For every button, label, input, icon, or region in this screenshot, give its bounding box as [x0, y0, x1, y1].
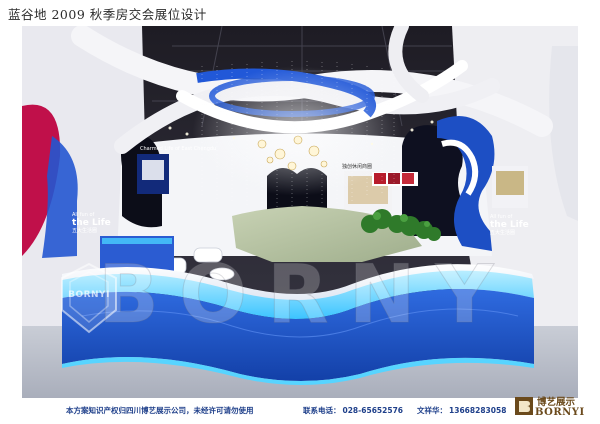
person-phone: 13668283058 — [449, 406, 507, 415]
contact-label: 联系电话： — [303, 406, 341, 415]
left-panel-text: All fun of the Life 五大生活圈 — [72, 212, 111, 234]
corner-brand: 博艺展示 BORNYI — [514, 392, 594, 422]
page-title: 蓝谷地 2009 秋季房交会展位设计 — [8, 7, 207, 22]
watermark-logo: BORNYI — [58, 262, 120, 334]
center-sign: 独创休闲商圈 — [342, 164, 373, 170]
image-frame: 蓝谷地 2009 秋季房交会展位设计 All fun of the Life 五… — [0, 0, 600, 424]
contact-info: 联系电话： 028-65652576 文祥华： 13668283058 — [303, 405, 508, 416]
left-panel-headline: the Life — [72, 218, 111, 228]
left-panel-subline: 五大生活圈 — [72, 228, 98, 234]
footer-bar: 本方案知识产权归四川博艺展示公司，未经许可请勿使用 联系电话： 028-65652… — [0, 398, 600, 424]
booth-rendering: All fun of the Life 五大生活圈 Charmed Life o… — [22, 26, 578, 398]
crystal-curtain — [192, 61, 402, 208]
person-label: 文祥华： — [417, 406, 448, 415]
left-board-caption: Charmed Life of East Chengdu — [140, 146, 217, 152]
contact-phone: 028-65652576 — [342, 406, 404, 415]
right-panel-subline: 五大生活圈 — [490, 230, 516, 236]
brand-name-en: BORNYI — [535, 407, 585, 418]
brand-logo-icon — [515, 397, 533, 415]
right-board-photo — [496, 171, 524, 195]
left-board-photo — [142, 160, 164, 180]
right-panel-headline: the Life — [490, 220, 529, 230]
watermark-logo-text: BORNYI — [68, 290, 110, 300]
copyright-notice: 本方案知识产权归四川博艺展示公司，未经许可请勿使用 — [66, 406, 254, 415]
brand-name-cn: 博艺展示 — [537, 397, 576, 408]
right-panel-text: All fun of the Life 五大生活圈 — [490, 214, 529, 236]
